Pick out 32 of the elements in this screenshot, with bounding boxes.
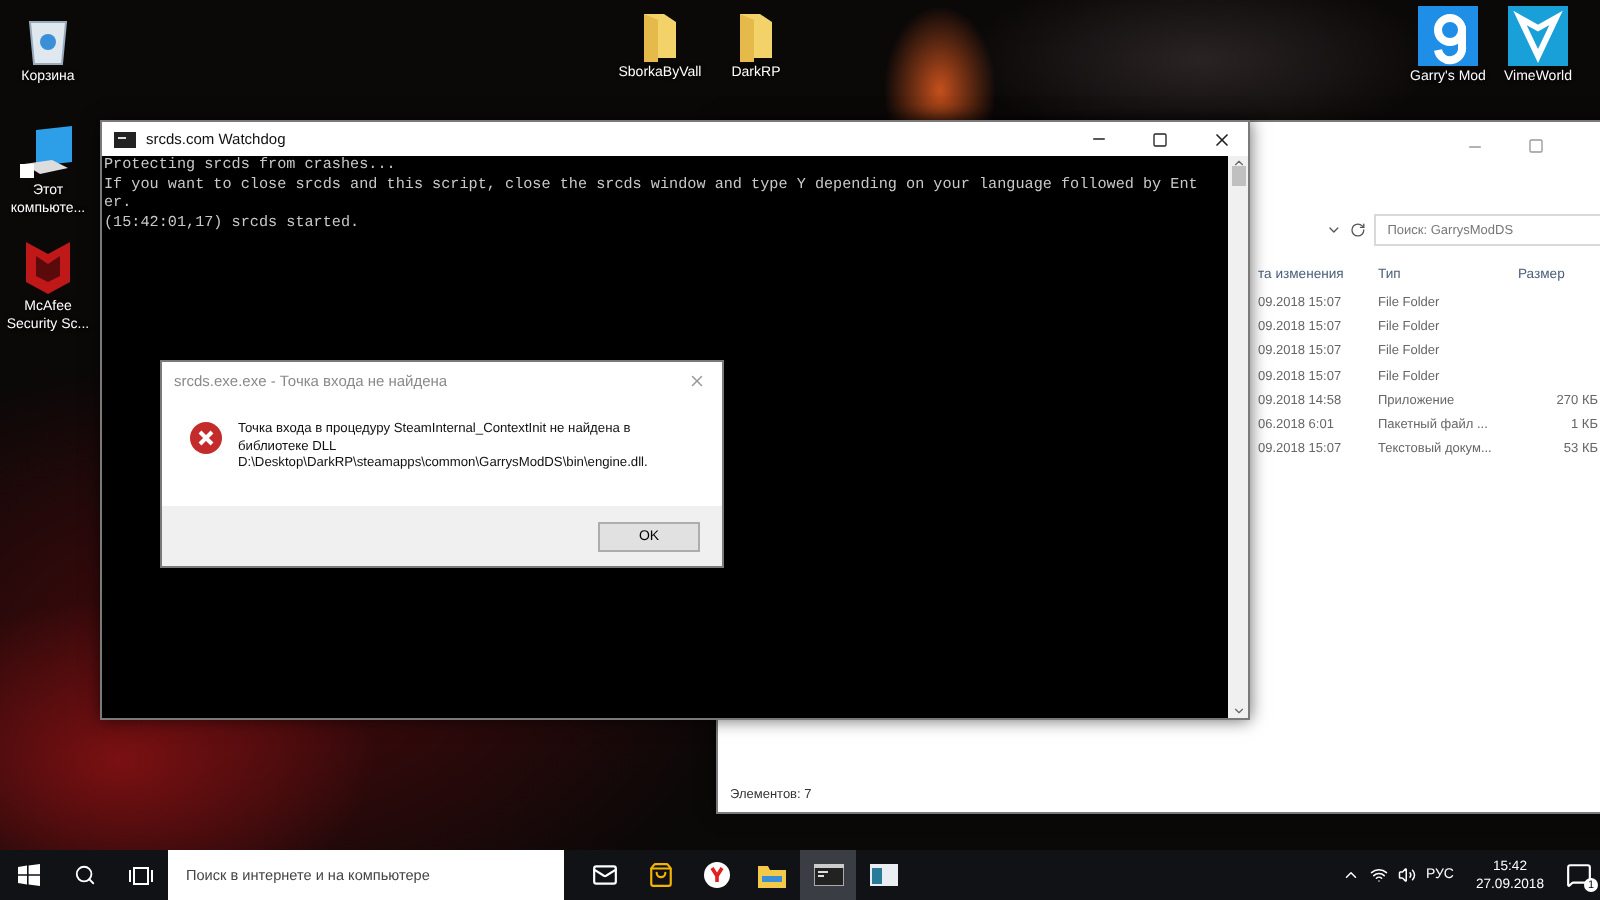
maximize-icon — [1528, 138, 1544, 154]
shopping-bag-icon — [647, 862, 673, 888]
close-icon — [1212, 129, 1232, 149]
computer-icon — [18, 124, 78, 180]
chevron-down-icon[interactable] — [1326, 222, 1342, 238]
windows-logo-icon — [17, 864, 39, 886]
terminal-icon — [114, 131, 136, 147]
mail-icon — [591, 862, 617, 888]
scroll-up-icon — [1231, 156, 1245, 170]
shield-icon — [20, 236, 76, 296]
network-icon[interactable] — [1369, 866, 1388, 884]
app-icon — [1508, 6, 1568, 66]
close-icon — [687, 371, 705, 389]
refresh-icon[interactable] — [1349, 222, 1366, 238]
folder-icon — [736, 10, 776, 62]
scrollbar[interactable] — [1228, 156, 1248, 718]
folder-icon — [758, 863, 786, 887]
taskbar-app-button[interactable] — [800, 850, 856, 900]
volume-icon[interactable] — [1397, 866, 1416, 884]
browser-icon — [703, 862, 729, 888]
folder-icon — [640, 10, 680, 62]
task-view-icon — [127, 865, 153, 885]
window-icon — [870, 864, 898, 886]
scroll-down-icon — [1231, 704, 1245, 718]
maximize-icon — [1152, 131, 1168, 147]
terminal-icon — [813, 864, 843, 886]
error-icon — [190, 422, 222, 454]
app-icon — [1418, 6, 1478, 66]
chevron-up-icon[interactable] — [1341, 866, 1360, 884]
message-icon — [1566, 862, 1592, 888]
scroll-thumb[interactable] — [1231, 166, 1245, 186]
search-icon — [73, 864, 95, 886]
